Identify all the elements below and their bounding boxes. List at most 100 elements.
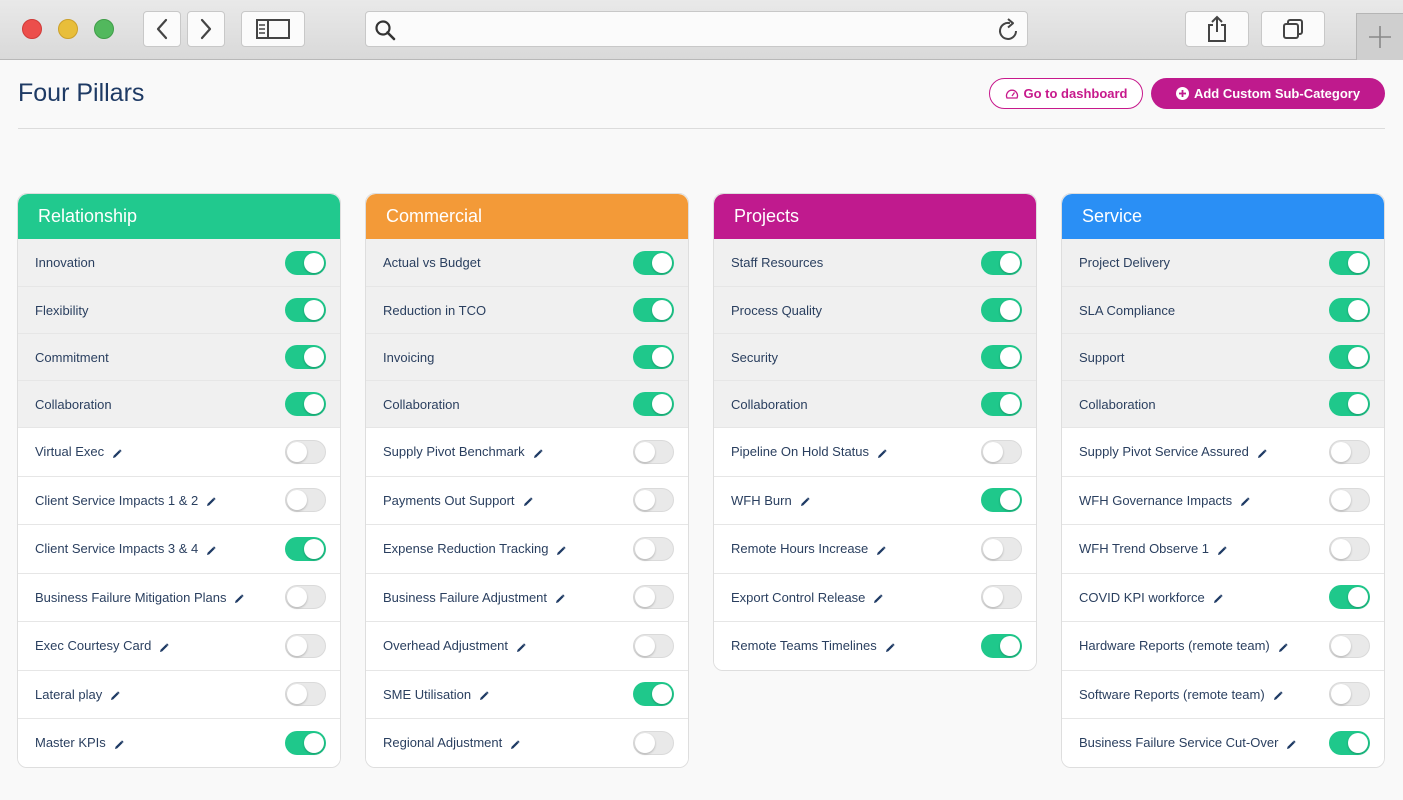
edit-pencil-icon[interactable]: [1240, 495, 1250, 507]
sub-category-row: Supply Pivot Benchmark: [366, 427, 688, 476]
enable-toggle[interactable]: [981, 439, 1022, 464]
minimize-window-button[interactable]: [58, 19, 78, 39]
plus-icon: [1369, 26, 1391, 48]
edit-pencil-icon[interactable]: [114, 738, 124, 749]
enable-toggle[interactable]: [285, 633, 326, 658]
enable-toggle[interactable]: [1329, 298, 1370, 322]
go-to-dashboard-button[interactable]: Go to dashboard: [989, 78, 1143, 109]
edit-pencil-icon[interactable]: [1217, 544, 1227, 555]
enable-toggle[interactable]: [1329, 250, 1370, 275]
edit-pencil-icon[interactable]: [112, 447, 122, 458]
edit-pencil-icon[interactable]: [159, 641, 169, 652]
enable-toggle[interactable]: [1329, 536, 1370, 561]
enable-toggle[interactable]: [285, 345, 326, 369]
edit-pencil-icon[interactable]: [516, 641, 526, 652]
enable-toggle[interactable]: [981, 298, 1022, 322]
sub-category-row: Innovation: [18, 239, 340, 286]
enable-toggle[interactable]: [981, 250, 1022, 275]
sub-category-label: Collaboration: [383, 396, 460, 412]
close-window-button[interactable]: [22, 19, 42, 39]
edit-pencil-icon[interactable]: [873, 592, 884, 604]
enable-toggle[interactable]: [285, 536, 326, 561]
edit-pencil-icon[interactable]: [523, 495, 533, 507]
enable-toggle[interactable]: [981, 392, 1022, 416]
maximize-window-button[interactable]: [94, 19, 114, 39]
enable-toggle[interactable]: [1329, 585, 1370, 610]
edit-pencil-icon[interactable]: [1257, 447, 1267, 458]
edit-pencil-icon[interactable]: [885, 641, 895, 652]
enable-toggle[interactable]: [633, 730, 674, 755]
enable-toggle[interactable]: [633, 439, 674, 464]
sub-category-label-group: Exec Courtesy Card: [35, 638, 169, 653]
enable-toggle[interactable]: [1329, 345, 1370, 369]
sidebar-toggle-button[interactable]: [241, 11, 305, 47]
address-bar[interactable]: [365, 11, 1028, 47]
sub-category-label-group: SLA Compliance: [1079, 303, 1175, 318]
enable-toggle[interactable]: [981, 633, 1022, 658]
enable-toggle[interactable]: [1329, 682, 1370, 707]
enable-toggle[interactable]: [633, 536, 674, 561]
edit-pencil-icon[interactable]: [1273, 689, 1283, 701]
edit-pencil-icon[interactable]: [556, 544, 567, 555]
enable-toggle[interactable]: [1329, 439, 1370, 464]
enable-toggle[interactable]: [633, 633, 674, 658]
enable-toggle[interactable]: [285, 488, 326, 513]
edit-pencil-icon[interactable]: [110, 689, 120, 701]
edit-pencil-icon[interactable]: [206, 495, 216, 507]
edit-pencil-icon[interactable]: [206, 544, 216, 555]
enable-toggle[interactable]: [285, 250, 326, 275]
browser-toolbar: [0, 0, 1403, 60]
sub-category-label: Supply Pivot Benchmark: [383, 444, 525, 460]
enable-toggle[interactable]: [981, 585, 1022, 610]
share-button[interactable]: [1185, 11, 1249, 47]
toggle-knob: [1331, 490, 1351, 511]
tabs-overview-button[interactable]: [1261, 11, 1325, 47]
sub-category-row: Process Quality: [714, 286, 1036, 333]
sub-category-row: SLA Compliance: [1062, 286, 1384, 333]
edit-pencil-icon[interactable]: [510, 738, 520, 749]
sub-category-label-group: Collaboration: [731, 397, 808, 412]
enable-toggle[interactable]: [285, 730, 326, 755]
sub-category-label-group: Master KPIs: [35, 735, 124, 750]
enable-toggle[interactable]: [285, 585, 326, 610]
edit-pencil-icon[interactable]: [800, 495, 810, 507]
edit-pencil-icon[interactable]: [877, 447, 887, 458]
edit-pencil-icon[interactable]: [876, 544, 886, 555]
edit-pencil-icon[interactable]: [533, 447, 543, 458]
edit-pencil-icon[interactable]: [1213, 592, 1223, 604]
edit-pencil-icon[interactable]: [1278, 641, 1288, 652]
enable-toggle[interactable]: [633, 392, 674, 416]
enable-toggle[interactable]: [285, 298, 326, 322]
sub-category-label-group: WFH Burn: [731, 493, 810, 508]
add-custom-sub-category-label: Add Custom Sub-Category: [1193, 86, 1361, 101]
enable-toggle[interactable]: [981, 345, 1022, 369]
enable-toggle[interactable]: [981, 488, 1022, 513]
sub-category-row: Export Control Release: [714, 572, 1036, 621]
edit-pencil-icon[interactable]: [1286, 738, 1297, 749]
reload-icon[interactable]: [997, 17, 1021, 43]
edit-pencil-icon[interactable]: [555, 592, 565, 604]
add-custom-sub-category-button[interactable]: Add Custom Sub-Category: [1151, 78, 1385, 109]
enable-toggle[interactable]: [1329, 488, 1370, 513]
enable-toggle[interactable]: [1329, 392, 1370, 416]
toggle-knob: [304, 252, 324, 273]
enable-toggle[interactable]: [1329, 730, 1370, 755]
back-button[interactable]: [143, 11, 181, 47]
edit-pencil-icon[interactable]: [234, 592, 245, 604]
enable-toggle[interactable]: [285, 392, 326, 416]
enable-toggle[interactable]: [633, 298, 674, 322]
enable-toggle[interactable]: [633, 345, 674, 369]
sub-category-row: WFH Governance Impacts: [1062, 475, 1384, 524]
enable-toggle[interactable]: [981, 536, 1022, 561]
forward-button[interactable]: [187, 11, 225, 47]
enable-toggle[interactable]: [633, 488, 674, 513]
enable-toggle[interactable]: [285, 439, 326, 464]
enable-toggle[interactable]: [1329, 633, 1370, 658]
enable-toggle[interactable]: [633, 585, 674, 610]
sub-category-label: Software Reports (remote team): [1079, 686, 1265, 702]
edit-pencil-icon[interactable]: [479, 689, 489, 701]
enable-toggle[interactable]: [285, 682, 326, 707]
enable-toggle[interactable]: [633, 682, 674, 707]
new-tab-button[interactable]: [1356, 13, 1403, 60]
enable-toggle[interactable]: [633, 250, 674, 275]
